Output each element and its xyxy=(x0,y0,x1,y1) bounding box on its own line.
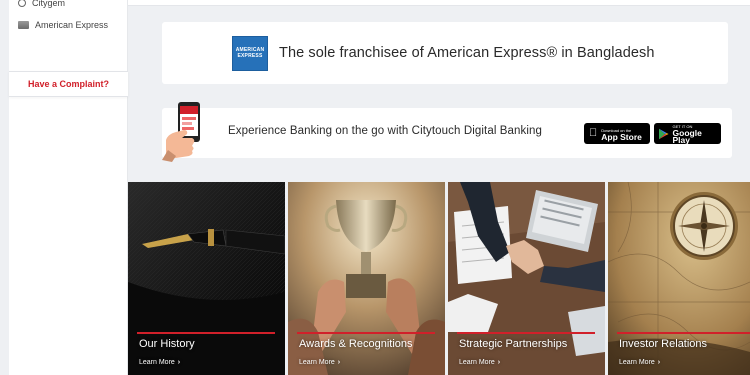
chevron-right-icon: › xyxy=(497,359,501,366)
learn-more-link[interactable]: Learn More › xyxy=(299,359,340,366)
sidebar-item-american-express[interactable]: American Express xyxy=(9,15,128,35)
citytouch-banner[interactable]: Experience Banking on the go with Cityto… xyxy=(162,102,732,162)
card-divider xyxy=(457,332,595,334)
phone-in-hand-icon xyxy=(162,102,200,162)
learn-more-label: Learn More xyxy=(459,359,495,366)
badge-big-text: App Store xyxy=(593,131,642,142)
learn-more-label: Learn More xyxy=(139,359,175,366)
card-title: Our History xyxy=(139,338,195,350)
learn-more-link[interactable]: Learn More › xyxy=(459,359,500,366)
sidebar-item-citygem[interactable]: Citygem xyxy=(9,0,128,13)
card-divider xyxy=(617,332,750,334)
sidebar-item-label: Citygem xyxy=(32,0,66,8)
card-title: Investor Relations xyxy=(619,338,708,350)
amex-logo-line: EXPRESS xyxy=(237,53,263,59)
card-our-history[interactable]: Our History Learn More › xyxy=(128,182,285,375)
chevron-right-icon: › xyxy=(177,359,181,366)
card-divider xyxy=(297,332,435,334)
google-play-icon xyxy=(659,128,669,139)
amex-logo: AMERICAN EXPRESS xyxy=(232,35,268,71)
learn-more-label: Learn More xyxy=(299,359,335,366)
amex-card-icon xyxy=(18,21,29,29)
card-title: Strategic Partnerships xyxy=(459,338,568,350)
card-strategic-partnerships[interactable]: Strategic Partnerships Learn More › xyxy=(448,182,605,375)
citygem-icon xyxy=(18,0,26,7)
amex-banner[interactable]: AMERICAN EXPRESS The sole franchisee of … xyxy=(162,22,728,84)
google-play-badge[interactable]: GET IT ON Google Play xyxy=(654,123,721,144)
learn-more-link[interactable]: Learn More › xyxy=(139,359,180,366)
top-divider xyxy=(128,0,750,6)
app-store-badge[interactable]:  Download on the App Store xyxy=(584,123,650,144)
chevron-right-icon: › xyxy=(337,359,341,366)
have-a-complaint-link[interactable]: Have a Complaint? xyxy=(9,71,128,97)
learn-more-link[interactable]: Learn More › xyxy=(619,359,660,366)
sidebar-item-label: American Express xyxy=(35,20,109,30)
card-investor-relations[interactable]: Investor Relations Learn More › xyxy=(608,182,750,375)
badge-big-text: Google Play xyxy=(672,128,702,145)
card-divider xyxy=(137,332,275,334)
citytouch-banner-text: Experience Banking on the go with Cityto… xyxy=(228,125,543,137)
apple-icon:  xyxy=(589,128,597,139)
learn-more-label: Learn More xyxy=(619,359,655,366)
sidebar: Citygem American Express Have a Complain… xyxy=(9,0,128,375)
card-awards-recognitions[interactable]: Awards & Recognitions Learn More › xyxy=(288,182,445,375)
chevron-right-icon: › xyxy=(657,359,661,366)
card-title: Awards & Recognitions xyxy=(299,338,413,350)
amex-banner-text: The sole franchisee of American Express®… xyxy=(279,45,655,61)
